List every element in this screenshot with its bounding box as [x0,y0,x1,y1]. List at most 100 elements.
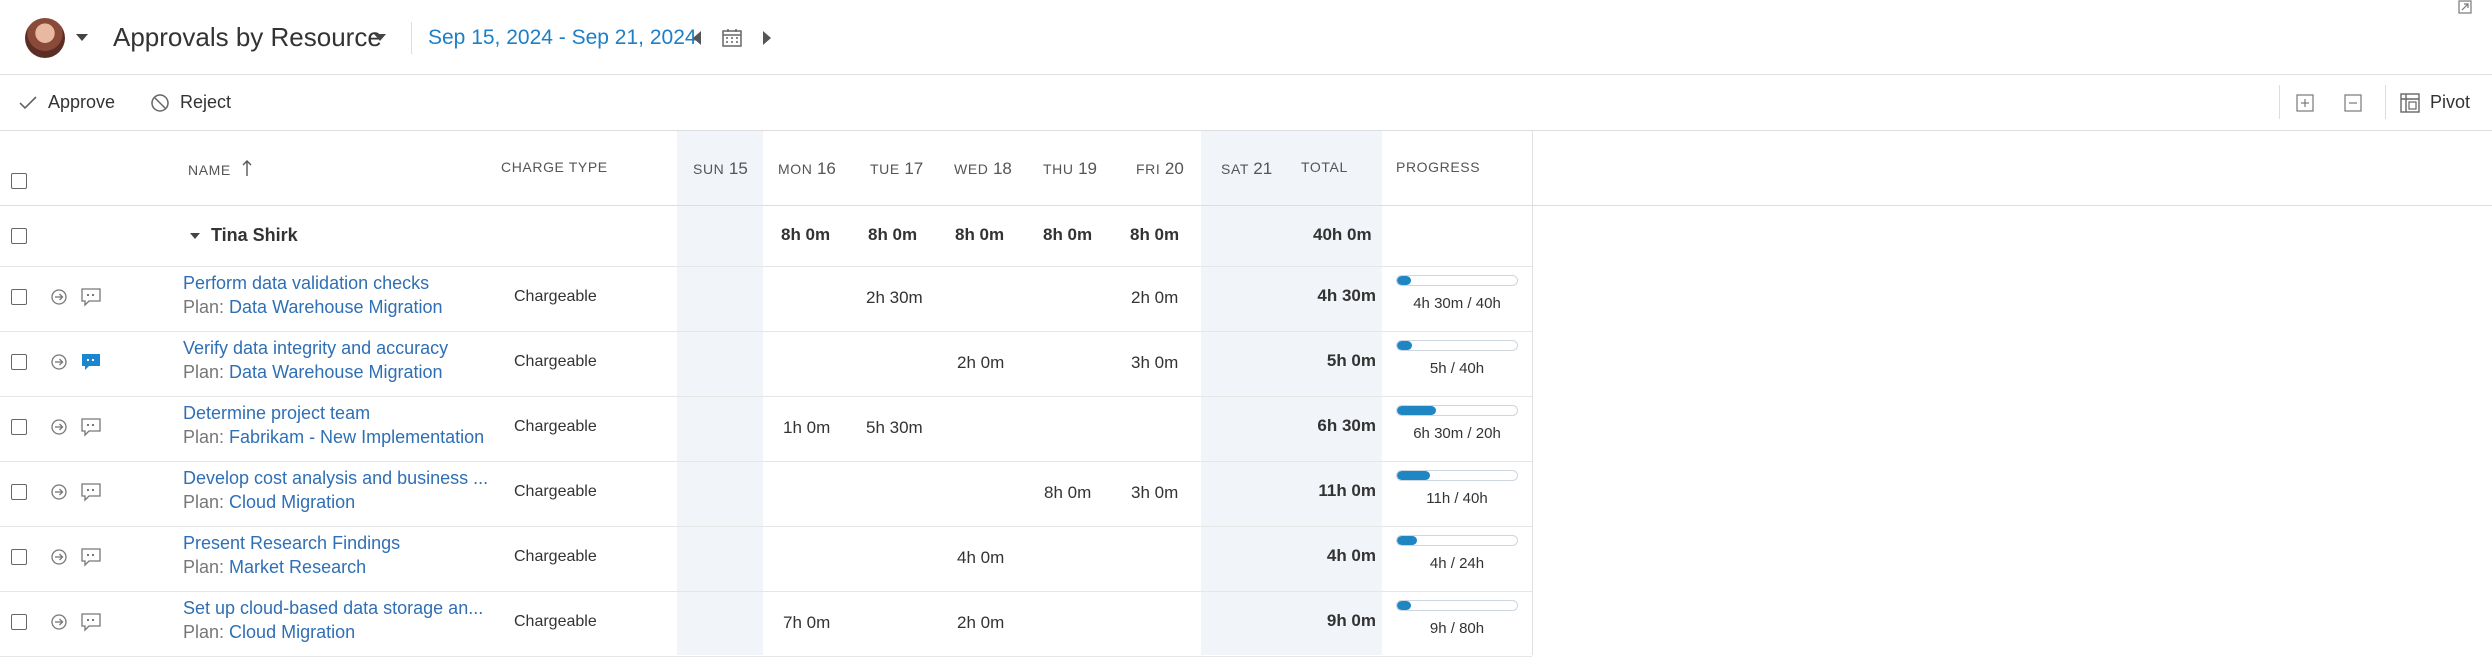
charge-type[interactable]: Chargeable [514,353,597,371]
day-hours[interactable]: 5h 30m [866,418,923,438]
column-header-charge-type[interactable]: CHARGE TYPE [501,159,608,175]
previous-week-icon[interactable] [693,31,701,45]
expand-all-icon[interactable] [2296,94,2314,112]
column-header-name[interactable]: NAME [188,159,253,178]
progress-fill [1397,276,1412,285]
column-header-sun[interactable]: SUN 15 [693,159,748,179]
task-link[interactable]: Verify data integrity and accuracy [183,338,448,359]
open-details-icon[interactable] [50,353,68,371]
progress-label: 11h / 40h [1426,490,1488,507]
row-total: 4h 0m [1326,546,1376,565]
column-header-progress[interactable]: PROGRESS [1396,159,1480,175]
table-row[interactable]: Set up cloud-based data storage an... Pla… [0,592,1532,657]
approve-button[interactable]: Approve [18,75,115,130]
plan-prefix: Plan: [183,297,225,317]
open-details-icon[interactable] [50,418,68,436]
progress-label: 4h 30m / 40h [1413,295,1501,312]
comment-icon[interactable] [80,547,102,572]
day-hours[interactable]: 4h 0m [957,548,1004,568]
plan-link[interactable]: Data Warehouse Migration [229,362,442,382]
avatar[interactable] [25,18,65,58]
day-hours[interactable]: 8h 0m [1044,483,1091,503]
table-row[interactable]: Verify data integrity and accuracy Plan: … [0,332,1532,397]
plan-link[interactable]: Cloud Migration [229,492,355,512]
open-details-icon[interactable] [50,548,68,566]
comment-icon[interactable] [80,417,102,442]
charge-type[interactable]: Chargeable [514,418,597,436]
date-range[interactable]: Sep 15, 2024 - Sep 21, 2024 [428,26,697,50]
open-details-icon[interactable] [50,288,68,306]
page-title[interactable]: Approvals by Resource [113,22,382,53]
row-checkbox[interactable] [11,289,27,305]
progress-fill [1397,341,1412,350]
charge-type[interactable]: Chargeable [514,613,597,631]
day-hours[interactable]: 2h 0m [957,353,1004,373]
table-row[interactable]: Determine project team Plan: Fabrikam - N… [0,397,1532,462]
comment-icon[interactable] [80,612,102,637]
row-checkbox[interactable] [11,614,27,630]
plan-link[interactable]: Data Warehouse Migration [229,297,442,317]
select-all-checkbox[interactable] [11,173,27,189]
charge-type[interactable]: Chargeable [514,288,597,306]
collapse-all-icon[interactable] [2344,94,2362,112]
day-hours[interactable]: 1h 0m [783,418,830,438]
reject-button[interactable]: Reject [150,75,231,130]
day-hours[interactable]: 3h 0m [1131,353,1178,373]
column-header-tue[interactable]: TUE 17 [870,159,923,179]
table-row[interactable]: Perform data validation checks Plan: Data… [0,267,1532,332]
column-header-thu[interactable]: THU 19 [1043,159,1097,179]
row-total: 6h 30m [1317,416,1376,435]
group-checkbox[interactable] [11,228,27,244]
column-header-mon[interactable]: MON 16 [778,159,836,179]
progress-label: 4h / 24h [1429,555,1485,572]
pivot-label: Pivot [2430,92,2471,112]
row-checkbox[interactable] [11,354,27,370]
comment-icon[interactable] [80,482,102,507]
plan-link[interactable]: Cloud Migration [229,622,355,642]
calendar-icon[interactable] [722,28,742,48]
day-hours[interactable]: 2h 0m [1131,288,1178,308]
avatar-chevron-down-icon[interactable] [76,34,88,41]
progress-bar [1396,600,1518,611]
row-checkbox[interactable] [11,419,27,435]
plan-line: Plan: Market Research [183,557,366,578]
day-hours[interactable]: 3h 0m [1131,483,1178,503]
view-chevron-down-icon[interactable] [374,34,386,41]
pivot-icon [2400,92,2420,113]
row-checkbox[interactable] [11,549,27,565]
open-details-icon[interactable] [50,483,68,501]
dow: MON [778,161,813,177]
table-row[interactable]: Present Research Findings Plan: Market Re… [0,527,1532,592]
expand-window-icon[interactable] [2458,0,2472,14]
day-hours[interactable]: 2h 30m [866,288,923,308]
charge-type[interactable]: Chargeable [514,483,597,501]
task-link[interactable]: Set up cloud-based data storage an... [183,598,483,619]
task-link[interactable]: Determine project team [183,403,370,424]
comment-icon[interactable] [80,287,102,312]
row-checkbox[interactable] [11,484,27,500]
progress-label: 6h 30m / 20h [1413,425,1501,442]
day-hours[interactable]: 2h 0m [957,613,1004,633]
charge-type[interactable]: Chargeable [514,548,597,566]
column-header-total[interactable]: TOTAL [1301,159,1348,175]
day-hours[interactable]: 7h 0m [783,613,830,633]
column-header-wed[interactable]: WED 18 [954,159,1012,179]
column-header-name-label: NAME [188,162,231,178]
plan-prefix: Plan: [183,557,225,577]
pivot-button[interactable]: Pivot [2400,75,2470,130]
comment-filled-icon[interactable] [80,352,102,377]
plan-prefix: Plan: [183,492,225,512]
collapse-group-icon[interactable] [190,233,200,239]
next-week-icon[interactable] [763,31,771,45]
plan-link[interactable]: Market Research [229,557,366,577]
plan-link[interactable]: Fabrikam - New Implementation [229,427,484,447]
task-link[interactable]: Present Research Findings [183,533,400,554]
group-row[interactable]: Tina Shirk 8h 0m 8h 0m 8h 0m 8h 0m 8h 0m… [0,206,1532,267]
task-link[interactable]: Develop cost analysis and business ... [183,468,488,489]
grid-header: NAME CHARGE TYPE SUN 15 MON 16 TUE 17 WE… [0,131,2492,206]
task-link[interactable]: Perform data validation checks [183,273,429,294]
column-header-fri[interactable]: FRI 20 [1136,159,1184,179]
table-row[interactable]: Develop cost analysis and business ... Pl… [0,462,1532,527]
open-details-icon[interactable] [50,613,68,631]
column-header-sat[interactable]: SAT 21 [1221,159,1272,179]
